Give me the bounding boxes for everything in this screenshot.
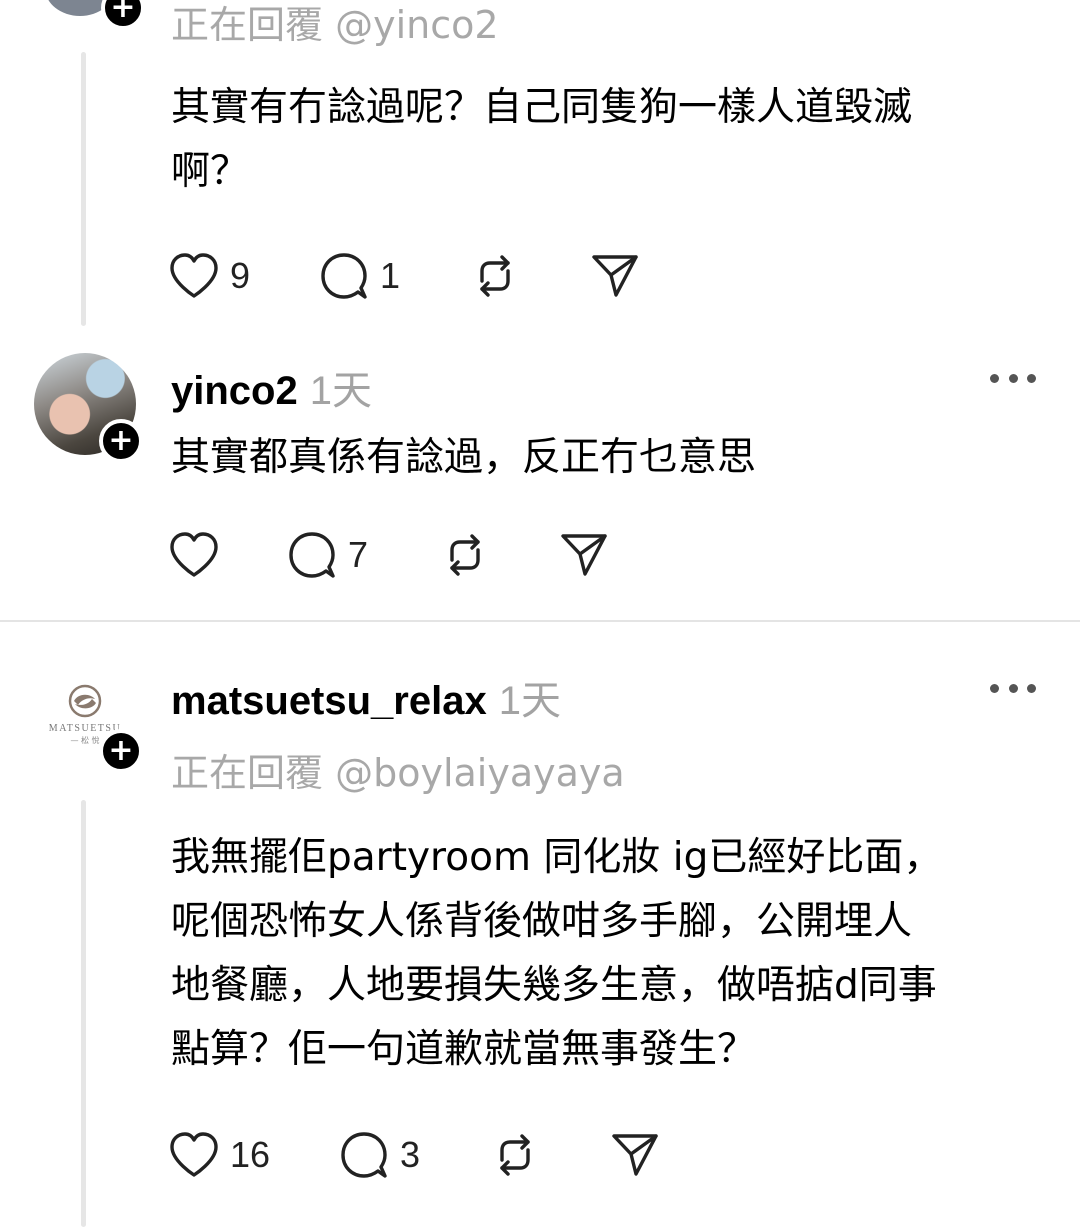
- share-button[interactable]: [590, 251, 640, 301]
- comment-bubble-icon: [321, 253, 367, 299]
- more-options-icon[interactable]: [990, 682, 1036, 694]
- brand-logo-subtext: — 松 悅: [70, 735, 99, 745]
- comment-button[interactable]: 1: [320, 251, 400, 301]
- repost-icon: [480, 255, 510, 297]
- username-row: matsuetsu_relax 1天: [171, 668, 561, 726]
- like-count: 16: [230, 1134, 271, 1175]
- comment-bubble-icon: [289, 532, 335, 578]
- more-options-icon[interactable]: [990, 372, 1036, 384]
- like-button[interactable]: 9: [168, 251, 250, 301]
- reply-text: 其實有冇諗過呢？自己同隻狗一樣人道毀滅 啊？: [171, 85, 913, 194]
- repost-icon: [500, 1134, 530, 1176]
- repost-button[interactable]: [440, 530, 490, 580]
- follow-plus-icon[interactable]: +: [99, 729, 143, 773]
- share-button[interactable]: [610, 1130, 660, 1180]
- replying-to-label: 正在回覆 @boylaiyayaya: [171, 751, 625, 795]
- repost-icon: [450, 534, 480, 576]
- like-button[interactable]: [168, 530, 220, 580]
- username[interactable]: matsuetsu_relax: [171, 679, 487, 723]
- comment-count: 3: [400, 1134, 421, 1175]
- heart-icon: [170, 253, 218, 298]
- share-button[interactable]: [559, 530, 609, 580]
- timestamp: 1天: [309, 369, 372, 413]
- like-count: 9: [230, 255, 251, 296]
- comment-button[interactable]: 7: [288, 530, 368, 580]
- reply-text: 其實都真係有諗過，反正冇乜意思: [171, 435, 757, 480]
- username-row: yinco2 1天: [171, 358, 372, 416]
- follow-plus-icon[interactable]: +: [99, 419, 143, 463]
- thread-connector-line: [81, 52, 86, 326]
- comment-count: 1: [380, 255, 401, 296]
- comment-button[interactable]: 3: [340, 1130, 420, 1180]
- heart-icon: [170, 1132, 218, 1177]
- reply-text: 我無擺佢partyroom 同化妝 ig已經好比面， 呢個恐怖女人係背後做咁多手…: [171, 835, 943, 1072]
- heart-icon: [170, 532, 218, 577]
- repost-button[interactable]: [490, 1130, 540, 1180]
- send-icon: [612, 1134, 658, 1176]
- like-button[interactable]: 16: [168, 1130, 270, 1180]
- thread-divider: [0, 620, 1080, 622]
- send-icon: [561, 534, 607, 576]
- comment-count: 7: [348, 534, 369, 575]
- timestamp: 1天: [498, 679, 561, 723]
- thread-connector-line: [81, 800, 86, 1227]
- follow-plus-icon[interactable]: +: [101, 0, 145, 30]
- repost-button[interactable]: [470, 251, 520, 301]
- comment-bubble-icon: [341, 1132, 387, 1178]
- replying-to-label: 正在回覆 @yinco2: [171, 3, 499, 47]
- send-icon: [592, 255, 638, 297]
- username[interactable]: yinco2: [171, 369, 298, 413]
